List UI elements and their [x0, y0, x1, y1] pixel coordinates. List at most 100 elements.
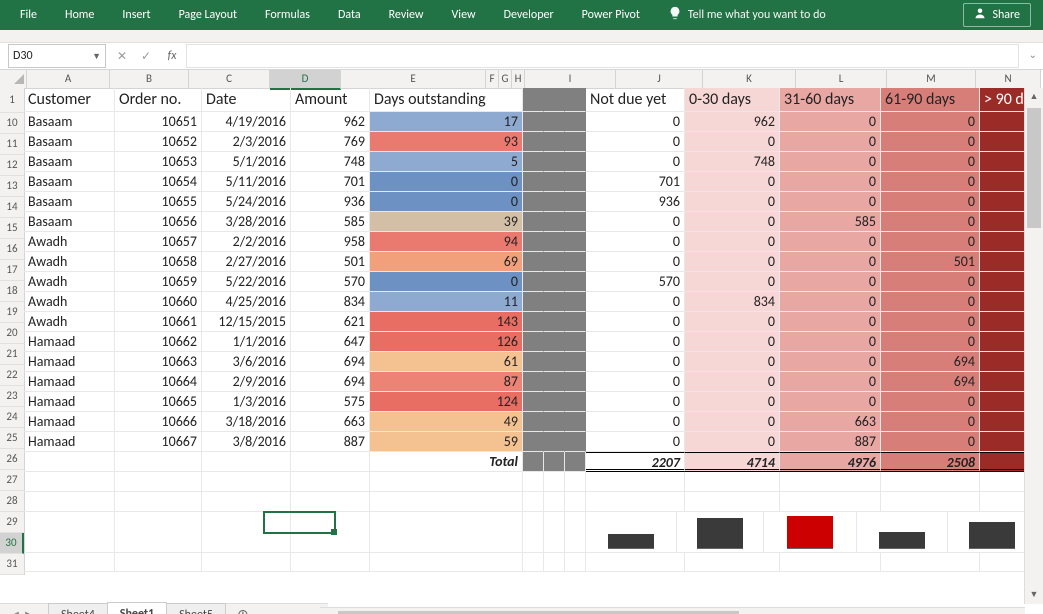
- cell[interactable]: [523, 492, 544, 512]
- cell[interactable]: [24, 492, 115, 512]
- tab-nav-next-icon[interactable]: ▶: [22, 604, 36, 614]
- cell[interactable]: 0: [780, 312, 881, 332]
- cell[interactable]: 0: [780, 252, 881, 272]
- cell[interactable]: 3/8/2016: [202, 432, 291, 452]
- cell[interactable]: [523, 412, 544, 432]
- cell[interactable]: [523, 352, 544, 372]
- cell[interactable]: [370, 492, 523, 512]
- cell[interactable]: [115, 512, 202, 553]
- cell[interactable]: 0: [586, 112, 685, 132]
- cell[interactable]: 0: [685, 332, 780, 352]
- row-header[interactable]: 1: [0, 88, 24, 113]
- cell[interactable]: 694: [881, 352, 980, 372]
- cell[interactable]: Hamaad: [24, 372, 115, 392]
- cell[interactable]: [523, 452, 544, 472]
- cell[interactable]: 0: [780, 112, 881, 132]
- cell[interactable]: 10664: [115, 372, 202, 392]
- cell[interactable]: 0: [780, 132, 881, 152]
- row-header[interactable]: 11: [0, 134, 24, 155]
- cell[interactable]: Hamaad: [24, 332, 115, 352]
- cell[interactable]: [544, 392, 565, 412]
- add-sheet-button[interactable]: ⊕: [225, 604, 261, 614]
- cell[interactable]: 0: [586, 152, 685, 172]
- cell[interactable]: [544, 552, 565, 572]
- cell[interactable]: [857, 512, 948, 553]
- cell[interactable]: [202, 512, 291, 553]
- cell[interactable]: 701: [586, 172, 685, 192]
- cell[interactable]: 570: [586, 272, 685, 292]
- cell[interactable]: [523, 372, 544, 392]
- cell[interactable]: 887: [780, 432, 881, 452]
- cell[interactable]: 126: [370, 332, 523, 352]
- cell[interactable]: 10654: [115, 172, 202, 192]
- cell[interactable]: Basaam: [24, 192, 115, 212]
- tab-nav-prev-icon[interactable]: ◀: [8, 604, 22, 614]
- column-header[interactable]: H: [512, 70, 525, 88]
- cell[interactable]: Date: [202, 88, 291, 112]
- fx-icon[interactable]: fx: [158, 49, 186, 63]
- scroll-track[interactable]: [1025, 106, 1043, 586]
- cell[interactable]: [523, 292, 544, 312]
- column-header[interactable]: N: [976, 70, 1041, 88]
- cell[interactable]: 5: [370, 152, 523, 172]
- cell[interactable]: 0: [586, 332, 685, 352]
- scroll-up-icon[interactable]: ▲: [1025, 88, 1043, 106]
- horizontal-scrollbar[interactable]: ◀ ▶: [320, 607, 1025, 614]
- column-header[interactable]: C: [189, 70, 270, 88]
- cell[interactable]: [523, 332, 544, 352]
- cell[interactable]: [565, 152, 586, 172]
- cell[interactable]: [565, 132, 586, 152]
- row-header[interactable]: 24: [0, 407, 24, 428]
- column-header[interactable]: F: [486, 70, 499, 88]
- sheet-tab[interactable]: Sheet1: [107, 602, 167, 614]
- row-header[interactable]: 21: [0, 344, 24, 365]
- cell[interactable]: [586, 472, 685, 492]
- cell[interactable]: Basaam: [24, 112, 115, 132]
- cell[interactable]: [523, 132, 544, 152]
- cell[interactable]: 0: [586, 372, 685, 392]
- row-header[interactable]: 22: [0, 365, 24, 386]
- cell[interactable]: [523, 152, 544, 172]
- cell[interactable]: 0: [780, 352, 881, 372]
- row-header[interactable]: 20: [0, 323, 24, 344]
- chevron-down-icon[interactable]: ▼: [92, 51, 101, 62]
- cell[interactable]: 2207: [586, 452, 685, 472]
- cell[interactable]: [586, 552, 685, 572]
- cell[interactable]: [544, 352, 565, 372]
- cell[interactable]: [565, 332, 586, 352]
- cell[interactable]: [544, 212, 565, 232]
- cell[interactable]: [685, 472, 780, 492]
- cell[interactable]: 585: [291, 212, 370, 232]
- select-all-corner[interactable]: [0, 70, 27, 88]
- cell[interactable]: [565, 272, 586, 292]
- cell[interactable]: [523, 272, 544, 292]
- cell[interactable]: 0: [881, 312, 980, 332]
- cell[interactable]: 663: [291, 412, 370, 432]
- cell[interactable]: [586, 492, 685, 512]
- cell[interactable]: [523, 112, 544, 132]
- column-header[interactable]: J: [616, 70, 703, 88]
- cell[interactable]: [565, 292, 586, 312]
- cell[interactable]: 585: [780, 212, 881, 232]
- ribbon-tab[interactable]: View: [438, 0, 490, 30]
- cell[interactable]: 59: [370, 432, 523, 452]
- cell[interactable]: 5/1/2016: [202, 152, 291, 172]
- cell[interactable]: 31-60 days: [780, 88, 881, 112]
- row-header[interactable]: 29: [0, 512, 24, 533]
- cell[interactable]: 10657: [115, 232, 202, 252]
- cell[interactable]: [291, 472, 370, 492]
- cell[interactable]: 2508: [881, 452, 980, 472]
- sheet-tab[interactable]: Sheet5: [166, 603, 226, 614]
- cell[interactable]: 5/24/2016: [202, 192, 291, 212]
- cell[interactable]: [24, 452, 115, 472]
- cell[interactable]: Hamaad: [24, 352, 115, 372]
- cell[interactable]: [291, 452, 370, 472]
- scroll-track[interactable]: [338, 610, 1007, 614]
- cell[interactable]: 0: [685, 352, 780, 372]
- cell[interactable]: 887: [291, 432, 370, 452]
- cell[interactable]: 2/27/2016: [202, 252, 291, 272]
- cell[interactable]: 4/19/2016: [202, 112, 291, 132]
- cell[interactable]: 0: [685, 312, 780, 332]
- cell[interactable]: 0: [685, 132, 780, 152]
- cell[interactable]: 4976: [780, 452, 881, 472]
